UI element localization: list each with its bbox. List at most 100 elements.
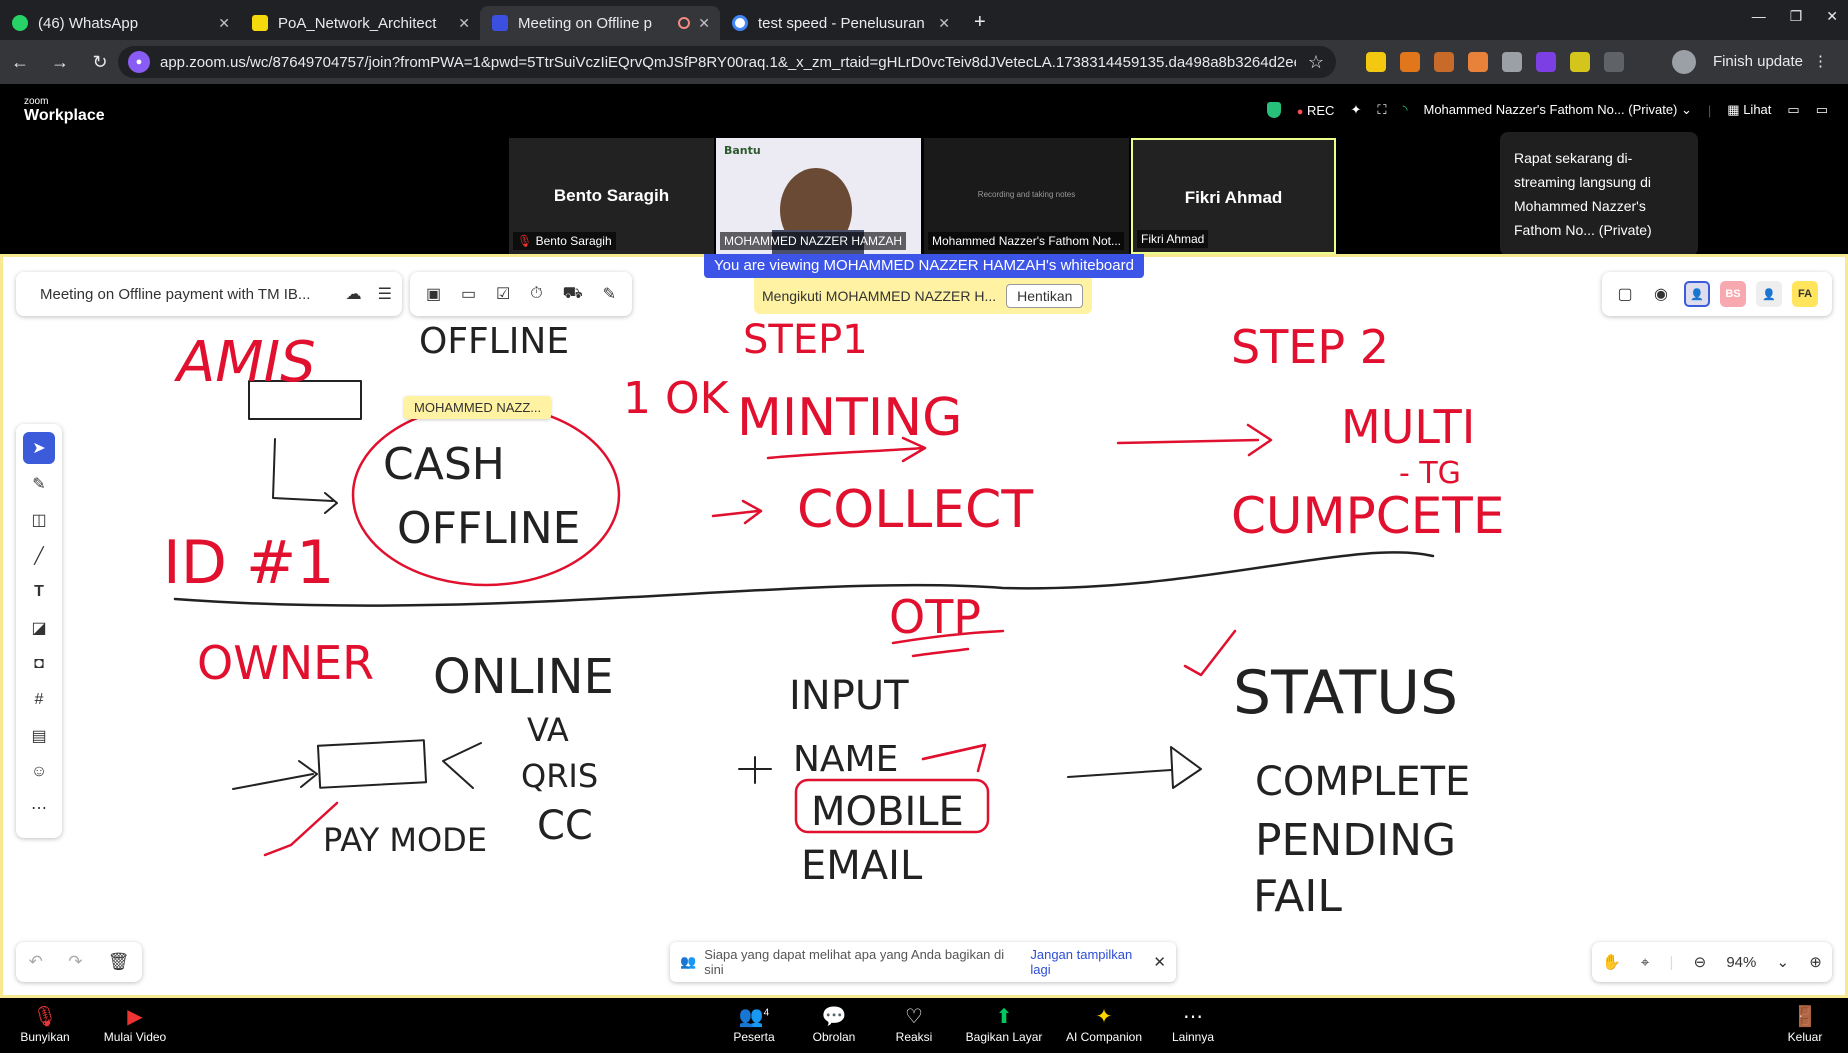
avatar-fa[interactable]: FA (1792, 281, 1818, 307)
shapes-tool-icon[interactable]: ◫ (23, 504, 55, 536)
page-number-icon[interactable]: ▣ (426, 284, 441, 304)
sticky-note-icon[interactable]: ◪ (23, 612, 55, 644)
zoom-level[interactable]: 94% (1726, 954, 1756, 971)
cloud-save-icon[interactable]: ☁ (346, 284, 362, 304)
reactions-label: Reaksi (895, 1030, 933, 1044)
extension-icon[interactable] (1536, 52, 1556, 72)
browser-tab-google[interactable]: test speed - Penelusuran ✕ (720, 6, 960, 40)
sketch-complete: COMPLETE (1255, 759, 1470, 805)
fullscreen-icon[interactable]: ▭ (1816, 102, 1828, 118)
zoom-out-icon[interactable]: ⊖ (1694, 953, 1707, 971)
sketch-amis: AMIS (174, 330, 316, 395)
locate-icon[interactable]: ⌖ (1641, 954, 1649, 971)
reload-icon[interactable]: ↻ (80, 52, 120, 73)
participant-tile-notetaker[interactable]: Recording and taking notes Mohammed Nazz… (924, 138, 1129, 254)
emoji-tool-icon[interactable]: ☺ (23, 756, 55, 788)
kebab-menu-icon[interactable]: ⋮ (1813, 52, 1828, 70)
browser-tab-meeting[interactable]: Meeting on Offline p ✕ (480, 6, 720, 40)
sketch-offline: OFFLINE (419, 321, 569, 362)
close-icon[interactable]: ✕ (698, 15, 710, 32)
vote-icon[interactable]: ☑ (496, 284, 510, 304)
extension-icon[interactable] (1468, 52, 1488, 72)
stream-target-dropdown[interactable]: Mohammed Nazzer's Fathom No... (Private)… (1424, 102, 1692, 118)
more-label: Lainnya (1171, 1030, 1215, 1044)
close-window-icon[interactable]: ✕ (1826, 8, 1838, 25)
participant-tile-active-speaker[interactable]: Fikri Ahmad Fikri Ahmad (1131, 138, 1336, 254)
new-tab-button[interactable]: + (960, 11, 1000, 40)
frame-tool-icon[interactable]: # (23, 684, 55, 716)
reactions-button[interactable]: ♡ Reaksi (869, 1004, 959, 1044)
mic-permission-icon[interactable]: ● (128, 51, 150, 73)
address-bar[interactable]: ● app.zoom.us/wc/87649704757/join?fromPW… (118, 46, 1336, 78)
pen-tool-icon[interactable]: ✎ (23, 468, 55, 500)
close-icon[interactable]: ✕ (458, 15, 470, 32)
ai-sparkle-icon[interactable]: ✦ (1350, 102, 1361, 118)
hand-tool-icon[interactable]: ✋ (1602, 953, 1621, 971)
laser-icon[interactable]: ✎ (603, 284, 616, 304)
more-tools-icon[interactable]: ⋯ (23, 792, 55, 824)
extension-icon[interactable] (1434, 52, 1454, 72)
avatar[interactable]: 👤 (1684, 281, 1710, 307)
browser-tab-whatsapp[interactable]: (46) WhatsApp ✕ (0, 6, 240, 40)
chat-icon: 💬 (821, 1006, 847, 1028)
undo-icon[interactable]: ↶ (29, 952, 43, 972)
extension-icon[interactable] (1502, 52, 1522, 72)
captions-icon[interactable]: ⛶ (1377, 102, 1386, 118)
sketch-input: INPUT (789, 673, 909, 719)
forward-icon[interactable]: → (40, 52, 80, 73)
unmute-button[interactable]: 🎙 Bunyikan (0, 1004, 90, 1044)
line-tool-icon[interactable]: ╱ (23, 540, 55, 572)
redo-icon[interactable]: ↷ (68, 952, 82, 972)
close-icon[interactable]: ✕ (1153, 953, 1166, 971)
chat-button[interactable]: 💬 Obrolan (789, 1004, 879, 1044)
chevron-down-icon[interactable]: ⌄ (1777, 953, 1790, 971)
leave-button[interactable]: 🚪 Keluar (1760, 1004, 1848, 1044)
text-tool-icon[interactable]: T (23, 576, 55, 608)
extension-icon[interactable] (1570, 52, 1590, 72)
close-icon[interactable]: ✕ (938, 15, 950, 32)
metamask-icon[interactable] (1400, 52, 1420, 72)
participant-tile[interactable]: Bento Saragih 🎙 Bento Saragih (509, 138, 714, 254)
stream-icon[interactable]: ◝ (1402, 102, 1407, 118)
pip-icon[interactable]: ▭ (1787, 102, 1799, 118)
menu-icon[interactable]: ☰ (378, 284, 392, 304)
more-button[interactable]: ⋯ Lainnya (1148, 1004, 1238, 1044)
unmute-label: Bunyikan (20, 1030, 70, 1044)
timer-icon[interactable]: ⏱ (530, 285, 542, 303)
logo-small: zoom (24, 96, 49, 107)
browser-tab-poa[interactable]: PoA_Network_Architect ✕ (240, 6, 480, 40)
template-tool-icon[interactable]: ▤ (23, 720, 55, 752)
present-icon[interactable]: ▭ (461, 284, 476, 304)
recording-indicator[interactable]: ● REC (1297, 103, 1335, 118)
extension-icon[interactable] (1366, 52, 1386, 72)
participants-button[interactable]: 👥4 Peserta (709, 1004, 799, 1044)
bookmark-star-icon[interactable]: ☆ (1308, 52, 1324, 73)
apps-icon[interactable]: ⛟ (563, 284, 583, 304)
video-off-icon: ▶ (127, 1006, 143, 1028)
avatar[interactable]: 👤 (1756, 281, 1782, 307)
whiteboard-canvas[interactable]: AMIS OFFLINE CASH OFFLINE 1 OK STEP1 MIN… (0, 254, 1848, 998)
select-tool-icon[interactable]: ➤ (23, 432, 55, 464)
trash-icon[interactable]: 🗑 (108, 952, 130, 972)
finish-update-button[interactable]: Finish update ⋮ (1713, 52, 1828, 71)
maximize-icon[interactable]: ❐ (1790, 8, 1803, 25)
ai-companion-button[interactable]: ✦ AI Companion (1058, 1004, 1150, 1044)
comment-tool-icon[interactable]: ◘ (23, 648, 55, 680)
stop-following-button[interactable]: Hentikan (1006, 284, 1084, 308)
profile-avatar[interactable] (1672, 50, 1696, 74)
close-icon[interactable]: ✕ (218, 15, 230, 32)
back-icon[interactable]: ← (0, 52, 40, 73)
start-video-button[interactable]: ▶ Mulai Video (90, 1004, 180, 1044)
dont-show-again-link[interactable]: Jangan tampilkan lagi (1030, 947, 1153, 977)
comment-icon[interactable]: ▢ (1612, 284, 1638, 304)
shield-icon[interactable] (1266, 102, 1281, 118)
participant-tile-video[interactable]: Bantu MOHAMMED NAZZER HAMZAH (716, 138, 921, 254)
puzzle-icon[interactable] (1604, 52, 1624, 72)
whiteboard-title[interactable]: Meeting on Offline payment with TM IB... (40, 286, 330, 303)
share-screen-button[interactable]: ⬆ Bagikan Layar (958, 1004, 1050, 1044)
zoom-in-icon[interactable]: ⊕ (1809, 953, 1822, 971)
view-button[interactable]: ▦ Lihat (1727, 102, 1771, 118)
follow-view-icon[interactable]: ◉ (1648, 284, 1674, 304)
avatar-bs[interactable]: BS (1720, 281, 1746, 307)
minimize-icon[interactable]: — (1752, 8, 1766, 25)
